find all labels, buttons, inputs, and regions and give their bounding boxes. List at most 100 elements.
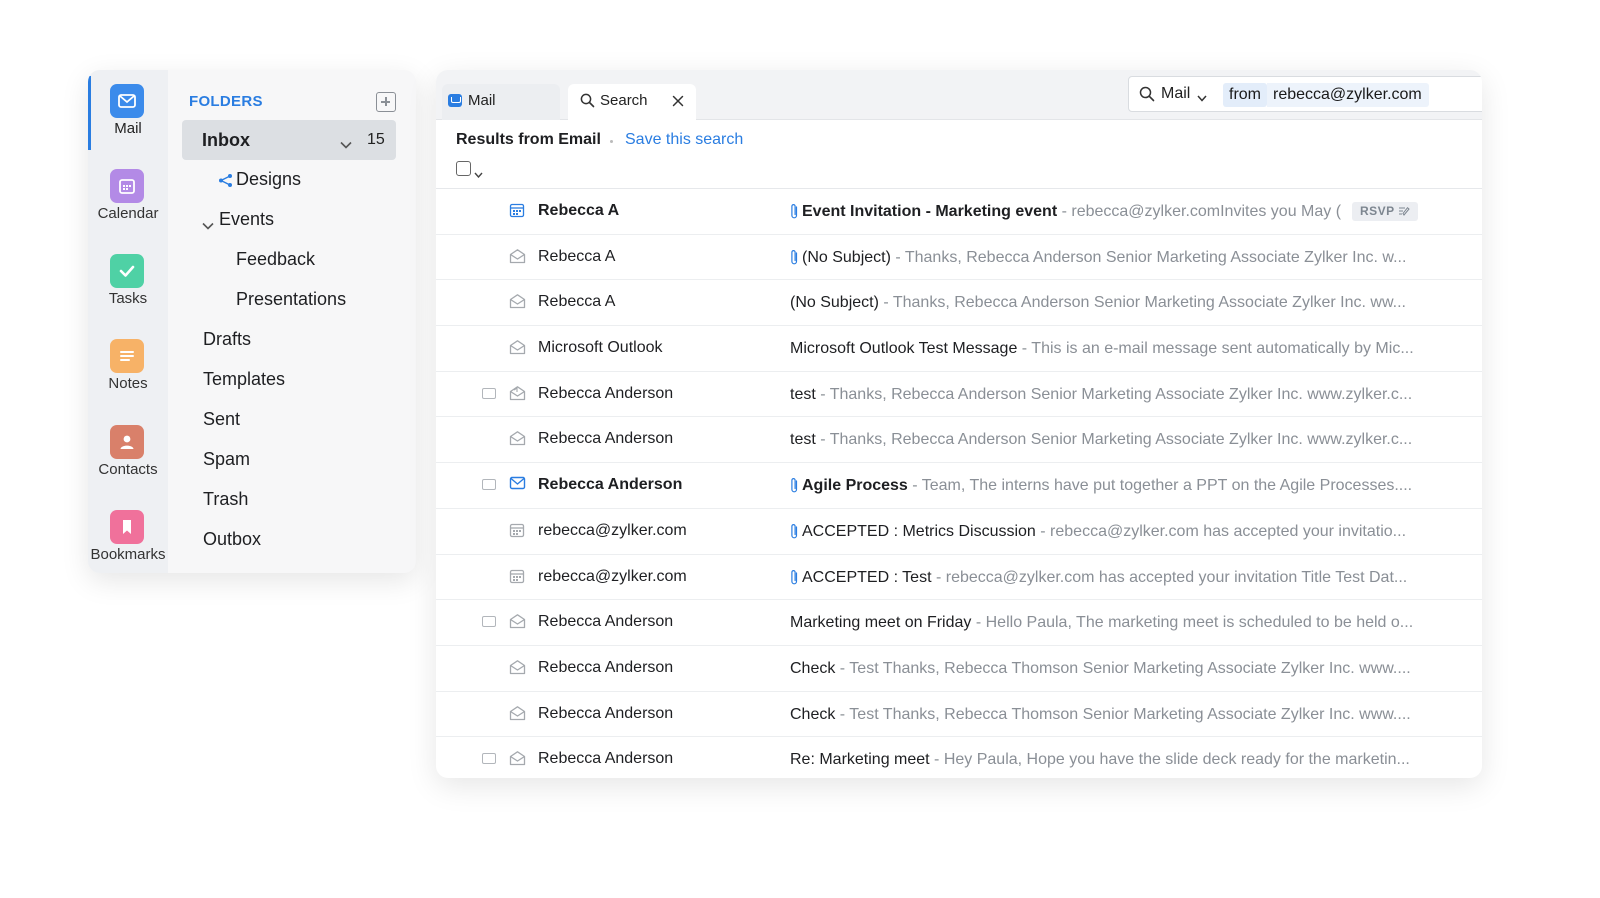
chevron-down-icon[interactable] xyxy=(202,214,214,235)
email-summary: (No Subject) - Thanks, Rebecca Anderson … xyxy=(802,249,1420,267)
email-summary: Check - Test Thanks, Rebecca Thomson Sen… xyxy=(790,660,1420,678)
rsvp-label: RSVP xyxy=(1360,204,1395,218)
rsvp-button[interactable]: RSVP xyxy=(1352,202,1418,221)
left-panel: Mail Calendar Tasks Notes Contacts Bookm… xyxy=(88,70,416,573)
attachment-icon xyxy=(790,569,799,591)
attachment-icon xyxy=(790,477,799,499)
email-subject: (No Subject) xyxy=(802,248,891,266)
chevron-down-icon[interactable] xyxy=(474,165,483,183)
email-row[interactable]: Rebecca Anderson Re: Marketing meet - Hey… xyxy=(436,737,1482,778)
email-summary: (No Subject) - Thanks, Rebecca Anderson … xyxy=(790,294,1420,312)
email-preview: - Thanks, Rebecca Anderson Senior Market… xyxy=(815,385,1413,403)
folder-drafts[interactable]: Drafts xyxy=(203,329,251,350)
email-row[interactable]: Rebecca Anderson Check - Test Thanks, Reb… xyxy=(436,692,1482,738)
email-preview: - Hello Paula, The marketing meet is sch… xyxy=(971,614,1414,632)
folder-label: Events xyxy=(219,209,275,229)
rail-item-notes[interactable]: Notes xyxy=(88,329,168,409)
email-row[interactable]: Rebecca Anderson test - Thanks, Rebecca A… xyxy=(436,417,1482,464)
thread-icon[interactable] xyxy=(482,479,499,494)
search-token-key[interactable]: from xyxy=(1223,83,1267,107)
rail-item-mail[interactable]: Mail xyxy=(88,74,168,154)
email-preview: - This is an e-mail message sent automat… xyxy=(1017,340,1414,358)
token-key: from xyxy=(1229,86,1261,103)
thread-icon[interactable] xyxy=(482,753,499,768)
email-sender: rebecca@zylker.com xyxy=(538,567,687,585)
thread-icon[interactable] xyxy=(482,387,499,402)
email-sender: Rebecca A xyxy=(538,202,620,219)
email-preview: - Thanks, Rebecca Anderson Senior Market… xyxy=(890,248,1407,266)
email-row[interactable]: rebecca@zylker.com ACCEPTED : Test - rebe… xyxy=(436,555,1482,601)
email-summary: Event Invitation - Marketing event - reb… xyxy=(802,203,1420,221)
email-row[interactable]: Rebecca A (No Subject) - Thanks, Rebecca … xyxy=(436,280,1482,327)
email-subject: test xyxy=(790,431,816,449)
calendar-icon xyxy=(509,202,525,223)
email-row[interactable]: rebecca@zylker.com ACCEPTED : Metrics Dis… xyxy=(436,509,1482,555)
email-subject: Agile Process xyxy=(802,477,908,495)
folder-templates[interactable]: Templates xyxy=(203,369,285,390)
folder-pane: FOLDERS Inbox 15 Designs Events Feedback… xyxy=(168,70,416,573)
search-scope[interactable]: Mail xyxy=(1161,85,1190,103)
chevron-down-icon[interactable] xyxy=(340,133,352,154)
folder-label: Designs xyxy=(236,169,302,189)
folder-presentations[interactable]: Presentations xyxy=(236,289,346,310)
rail-label: Contacts xyxy=(98,461,158,478)
search-token-value[interactable]: rebecca@zylker.com xyxy=(1267,83,1429,107)
tab-label: Search xyxy=(600,92,648,109)
envelope-replied-icon xyxy=(509,385,526,406)
email-row[interactable]: Rebecca A Event Invitation - Marketing ev… xyxy=(436,189,1482,235)
chevron-down-icon[interactable] xyxy=(1197,89,1207,107)
rail-item-contacts[interactable]: Contacts xyxy=(88,415,168,495)
folder-inbox[interactable]: Inbox 15 xyxy=(182,120,396,160)
envelope-icon xyxy=(509,476,526,495)
email-preview: - Test Thanks, Rebecca Thomson Senior Ma… xyxy=(835,705,1411,723)
tab-label: Mail xyxy=(468,92,496,109)
email-subject: Microsoft Outlook Test Message xyxy=(790,340,1018,358)
email-summary: Microsoft Outlook Test Message - This is… xyxy=(790,340,1420,358)
close-icon[interactable] xyxy=(672,94,684,111)
select-all-checkbox[interactable] xyxy=(456,161,471,176)
rail-item-calendar[interactable]: Calendar xyxy=(88,159,168,239)
email-preview: - rebecca@zylker.comInvites you May ( xyxy=(1057,203,1342,220)
email-sender: Rebecca Anderson xyxy=(538,476,683,494)
envelope-open-icon xyxy=(509,750,526,771)
email-row[interactable]: Microsoft Outlook Microsoft Outlook Test … xyxy=(436,326,1482,372)
search-box[interactable]: Mail from rebecca@zylker.com xyxy=(1128,76,1482,112)
rail-item-tasks[interactable]: Tasks xyxy=(88,244,168,324)
folders-heading: FOLDERS xyxy=(189,93,263,110)
calendar-icon xyxy=(110,169,144,203)
email-subject: Re: Marketing meet xyxy=(790,751,930,769)
envelope-open-icon xyxy=(509,613,526,634)
folder-feedback[interactable]: Feedback xyxy=(236,249,315,270)
folder-spam[interactable]: Spam xyxy=(203,449,250,470)
rail-label: Notes xyxy=(108,375,148,392)
email-summary: Marketing meet on Friday - Hello Paula, … xyxy=(790,614,1420,632)
tab-search[interactable]: Search xyxy=(568,84,696,121)
tab-mail[interactable]: Mail xyxy=(442,84,560,120)
email-row[interactable]: Rebecca A (No Subject) - Thanks, Rebecca … xyxy=(436,235,1482,281)
email-preview: - Thanks, Rebecca Anderson Senior Market… xyxy=(815,431,1413,449)
folder-label: Inbox xyxy=(202,130,250,150)
mail-icon xyxy=(448,94,462,107)
results-title: Results from Email xyxy=(456,131,601,148)
email-sender: Rebecca Anderson xyxy=(538,750,674,768)
envelope-open-icon xyxy=(509,659,526,680)
rail-item-bookmarks[interactable]: Bookmarks xyxy=(88,500,168,573)
folder-outbox[interactable]: Outbox xyxy=(203,529,261,550)
app-rail: Mail Calendar Tasks Notes Contacts Bookm… xyxy=(88,70,168,573)
save-search-link[interactable]: Save this search xyxy=(625,131,743,149)
email-subject: ACCEPTED : Metrics Discussion xyxy=(802,522,1036,540)
folder-sent[interactable]: Sent xyxy=(203,409,240,430)
email-preview: - Team, The interns have put together a … xyxy=(907,477,1413,495)
email-summary: Agile Process - Team, The interns have p… xyxy=(802,477,1420,495)
email-sender: Rebecca Anderson xyxy=(538,613,674,631)
email-row[interactable]: Rebecca Anderson test - Thanks, Rebecca A… xyxy=(436,372,1482,418)
thread-icon[interactable] xyxy=(482,616,499,631)
edit-icon xyxy=(1399,206,1410,216)
email-row[interactable]: Rebecca Anderson Check - Test Thanks, Reb… xyxy=(436,646,1482,692)
add-folder-button[interactable] xyxy=(376,92,396,112)
email-row[interactable]: Rebecca Anderson Agile Process - Team, Th… xyxy=(436,463,1482,509)
folder-trash[interactable]: Trash xyxy=(203,489,248,510)
email-row[interactable]: Rebecca Anderson Marketing meet on Friday… xyxy=(436,600,1482,646)
email-subject: test xyxy=(790,385,816,403)
email-preview: - rebecca@zylker.com has accepted your i… xyxy=(1035,522,1407,540)
